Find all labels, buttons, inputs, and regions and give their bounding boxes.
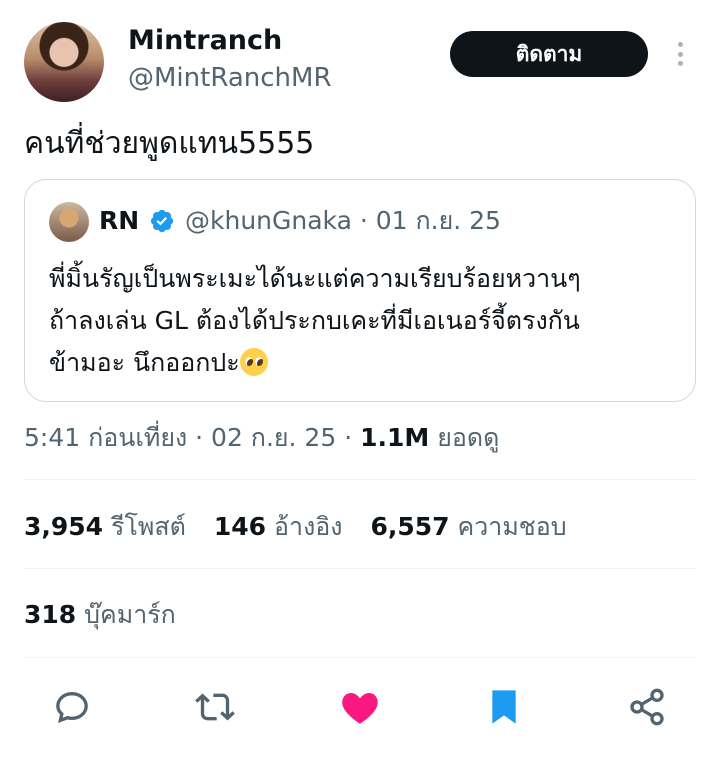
verified-badge-icon xyxy=(150,209,174,233)
bookmark-icon xyxy=(492,690,516,724)
author-handle[interactable]: @MintRanchMR xyxy=(128,62,332,94)
quote-author-avatar xyxy=(49,202,89,242)
bookmark-button[interactable] xyxy=(477,680,531,734)
repost-icon xyxy=(195,693,235,721)
share-icon xyxy=(630,688,664,726)
heart-icon xyxy=(342,693,378,724)
quote-handle-date: @khunGnaka · 01 ก.ย. 25 xyxy=(185,206,501,235)
quote-author-name: RN xyxy=(99,206,140,235)
like-button[interactable] xyxy=(333,680,387,734)
pleading-face-emoji-icon xyxy=(239,348,268,376)
share-button[interactable] xyxy=(620,680,674,734)
divider xyxy=(24,479,696,480)
views-label: ยอดดู xyxy=(437,423,500,452)
author-name[interactable]: Mintranch xyxy=(128,24,282,58)
divider xyxy=(24,657,696,658)
quote-text: พี่มิ้นรัญเป็นพระเมะได้นะแต่ความเรียบร้อ… xyxy=(49,258,689,384)
reply-icon xyxy=(56,691,88,723)
views-count: 1.1M xyxy=(360,423,430,452)
reposts-stat[interactable]: 3,954 รีโพสต์ xyxy=(24,509,186,545)
quote-text-content: พี่มิ้นรัญเป็นพระเมะได้นะแต่ความเรียบร้อ… xyxy=(49,264,581,377)
repost-button[interactable] xyxy=(188,680,242,734)
timestamp[interactable]: 5:41 ก่อนเที่ยง · 02 ก.ย. 25 · xyxy=(24,423,360,452)
author-avatar[interactable] xyxy=(24,22,104,102)
reply-button[interactable] xyxy=(45,680,99,734)
more-options-icon[interactable] xyxy=(669,38,691,70)
tweet-meta: 5:41 ก่อนเที่ยง · 02 ก.ย. 25 · 1.1M ยอดด… xyxy=(24,420,499,456)
follow-button[interactable]: ติดตาม xyxy=(450,31,648,77)
divider xyxy=(24,568,696,569)
likes-stat[interactable]: 6,557 ความชอบ xyxy=(371,509,567,545)
bookmarks-stat[interactable]: 318 บุ๊คมาร์ก xyxy=(24,597,176,633)
quoted-tweet[interactable]: RN @khunGnaka · 01 ก.ย. 25 พี่มิ้นรัญเป็… xyxy=(24,179,696,402)
engagement-stats: 3,954 รีโพสต์ 146 อ้างอิง 6,557 ความชอบ xyxy=(24,509,595,545)
quotes-stat[interactable]: 146 อ้างอิง xyxy=(214,509,343,545)
action-bar xyxy=(0,680,720,734)
tweet-text: คนที่ช่วยพูดแทน5555 xyxy=(24,126,315,161)
